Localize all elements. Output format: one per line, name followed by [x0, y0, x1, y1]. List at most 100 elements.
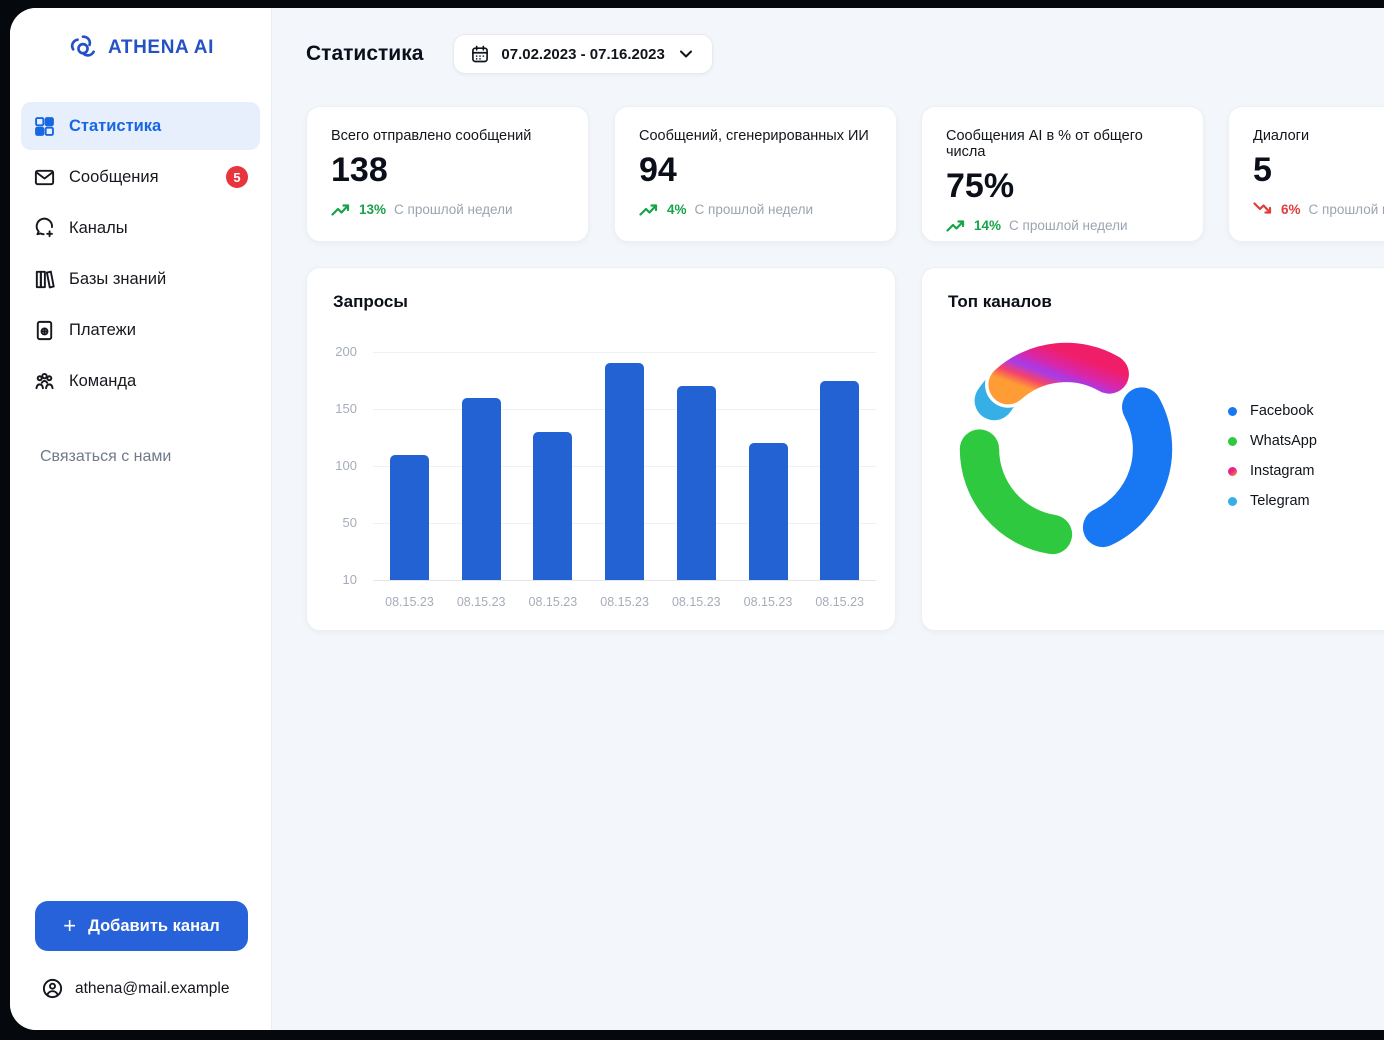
- bar-5[interactable]: [677, 386, 716, 580]
- chevron-down-icon: [676, 44, 696, 64]
- top-channels-card: Топ каналов FacebookWhatsApp: [921, 267, 1384, 631]
- trend-up-icon: [639, 201, 659, 217]
- stat-value: 138: [331, 151, 564, 190]
- calendar-icon: [470, 44, 490, 64]
- stat-title: Всего отправлено сообщений: [331, 128, 564, 144]
- legend-dot: [1228, 437, 1237, 446]
- y-tick-label: 50: [307, 515, 357, 530]
- trend-percent: 13%: [359, 202, 386, 217]
- stat-trend: 4% С прошлой недели: [639, 201, 872, 217]
- legend-label: Telegram: [1250, 493, 1310, 509]
- dashboard-icon: [33, 115, 56, 138]
- y-tick-label: 10: [307, 572, 357, 587]
- y-tick-label: 100: [307, 458, 357, 473]
- page-header: Статистика 07.02.2023 - 07.16.2023: [306, 34, 713, 74]
- triquetra-logo-icon: [67, 32, 99, 64]
- x-tick-label: 08.15.23: [370, 595, 450, 609]
- team-icon: [33, 370, 56, 393]
- stat-card-total-messages: Всего отправлено сообщений 138 13% С про…: [306, 106, 589, 242]
- sidebar-item-label: Сообщения: [69, 168, 159, 187]
- sidebar-item-team[interactable]: Команда: [21, 357, 260, 405]
- bar-3[interactable]: [533, 432, 572, 580]
- bar-1[interactable]: [390, 455, 429, 580]
- user-circle-icon: [41, 977, 64, 1000]
- account-email: athena@mail.example: [75, 980, 229, 998]
- payment-doc-icon: [33, 319, 56, 342]
- sidebar-item-payments[interactable]: Платежи: [21, 306, 260, 354]
- stat-card-ai-percent: Сообщения AI в % от общего числа 75% 14%…: [921, 106, 1204, 242]
- legend-label: Instagram: [1250, 463, 1314, 479]
- stat-value: 75%: [946, 167, 1179, 206]
- sidebar-item-label: Команда: [69, 372, 136, 391]
- stat-trend: 13% С прошлой недели: [331, 201, 564, 217]
- envelope-icon: [33, 166, 56, 189]
- trend-note: С прошлой недели: [1009, 218, 1128, 233]
- trend-up-icon: [946, 217, 966, 233]
- add-channel-button[interactable]: + Добавить канал: [35, 901, 248, 951]
- bar-4[interactable]: [605, 363, 644, 580]
- bar-6[interactable]: [749, 443, 788, 580]
- date-range-value: 07.02.2023 - 07.16.2023: [501, 46, 664, 63]
- sidebar-spacer: [10, 466, 271, 901]
- chat-plus-icon: [33, 217, 56, 240]
- y-tick-label: 200: [307, 344, 357, 359]
- sidebar-item-channels[interactable]: Каналы: [21, 204, 260, 252]
- plus-icon: +: [63, 915, 76, 937]
- sidebar-item-label: Каналы: [69, 219, 128, 238]
- x-tick-label: 08.15.23: [441, 595, 521, 609]
- legend-dot: [1228, 467, 1237, 476]
- requests-chart-card: Запросы 1050100150200 08.15.2308.15.2308…: [306, 267, 896, 631]
- legend-item-telegram[interactable]: Telegram: [1228, 486, 1317, 516]
- stat-title: Диалоги: [1253, 128, 1384, 144]
- trend-percent: 14%: [974, 218, 1001, 233]
- bar-7[interactable]: [820, 381, 859, 581]
- legend-item-facebook[interactable]: Facebook: [1228, 396, 1317, 426]
- donut-legend: Facebook WhatsApp Instagram Telegram: [1228, 396, 1317, 516]
- donut-segment-instagram[interactable]: [1008, 362, 1109, 384]
- trend-percent: 6%: [1281, 202, 1301, 217]
- sidebar-item-statistics[interactable]: Статистика: [21, 102, 260, 150]
- trend-down-icon: [1253, 201, 1273, 217]
- stat-title: Сообщений, сгенерированных ИИ: [639, 128, 872, 144]
- legend-item-instagram[interactable]: Instagram: [1228, 456, 1317, 486]
- date-range-picker[interactable]: 07.02.2023 - 07.16.2023: [453, 34, 712, 74]
- stat-card-ai-messages: Сообщений, сгенерированных ИИ 94 4% С пр…: [614, 106, 897, 242]
- sidebar: ATHENA AI Статистика Сообщения 5: [10, 8, 272, 1030]
- trend-up-icon: [331, 201, 351, 217]
- legend-item-whatsapp[interactable]: WhatsApp: [1228, 426, 1317, 456]
- y-tick-label: 150: [307, 401, 357, 416]
- sidebar-item-messages[interactable]: Сообщения 5: [21, 153, 260, 201]
- stat-trend: 6% С прошлой недели: [1253, 201, 1384, 217]
- trend-note: С прошлой недели: [695, 202, 814, 217]
- requests-chart-title: Запросы: [333, 292, 869, 312]
- stat-card-dialogs: Диалоги 5 6% С прошлой недели: [1228, 106, 1384, 242]
- legend-dot: [1228, 497, 1237, 506]
- sidebar-item-knowledge-bases[interactable]: Базы знаний: [21, 255, 260, 303]
- legend-label: Facebook: [1250, 403, 1314, 419]
- page-title: Статистика: [306, 42, 423, 66]
- contact-us-link[interactable]: Связаться с нами: [40, 448, 271, 466]
- x-tick-label: 08.15.23: [585, 595, 665, 609]
- donut-chart: [948, 331, 1184, 567]
- stat-title: Сообщения AI в % от общего числа: [946, 128, 1179, 160]
- add-channel-label: Добавить канал: [88, 917, 220, 936]
- gridline: [373, 352, 876, 353]
- x-tick-label: 08.15.23: [656, 595, 736, 609]
- bar-2[interactable]: [462, 398, 501, 580]
- sidebar-item-label: Базы знаний: [69, 270, 166, 289]
- trend-note: С прошлой недели: [394, 202, 513, 217]
- stat-trend: 14% С прошлой недели: [946, 217, 1179, 233]
- stat-value: 5: [1253, 151, 1384, 190]
- account-row[interactable]: athena@mail.example: [41, 977, 271, 1000]
- x-tick-label: 08.15.23: [728, 595, 808, 609]
- legend-label: WhatsApp: [1250, 433, 1317, 449]
- books-icon: [33, 268, 56, 291]
- unread-badge: 5: [226, 166, 248, 188]
- x-tick-label: 08.15.23: [513, 595, 593, 609]
- trend-note: С прошлой недели: [1309, 202, 1384, 217]
- main-content: Статистика 07.02.2023 - 07.16.2023 Всего…: [272, 8, 1384, 1030]
- legend-dot: [1228, 407, 1237, 416]
- sidebar-nav: Статистика Сообщения 5 Каналы: [10, 102, 271, 408]
- brand-logo: ATHENA AI: [67, 32, 214, 64]
- x-tick-label: 08.15.23: [800, 595, 880, 609]
